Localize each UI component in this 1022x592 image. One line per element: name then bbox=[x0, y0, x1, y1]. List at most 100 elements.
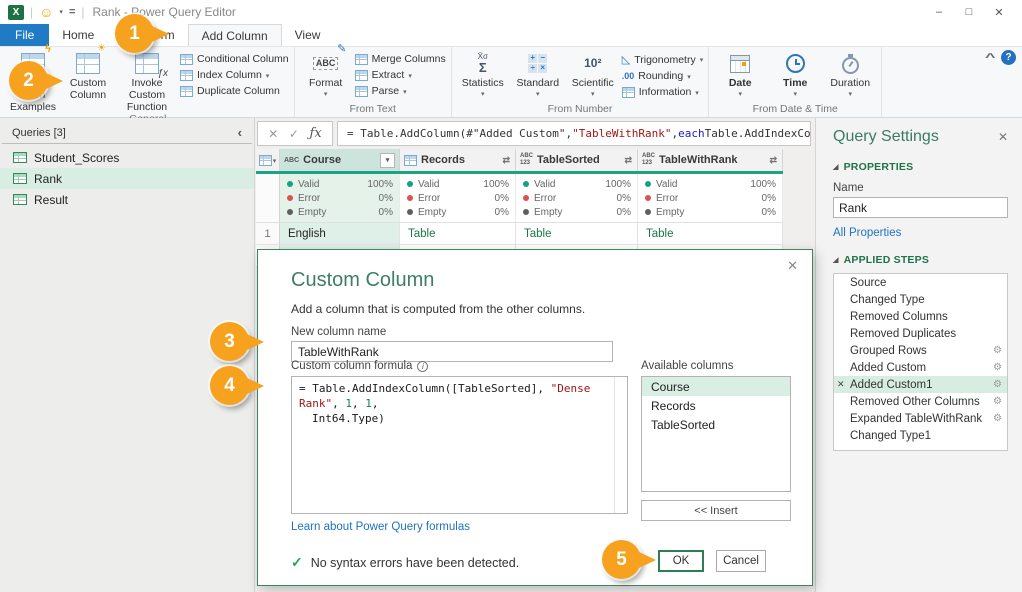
formula-line-2: Int64.Type) bbox=[299, 412, 609, 427]
applied-step-changed-type1[interactable]: Changed Type1 bbox=[834, 427, 1007, 444]
statistics-button[interactable]: X̄σΣ Statistics ▾ bbox=[457, 47, 509, 99]
applied-step-expanded-tablewithrank[interactable]: Expanded TableWithRank⚙ bbox=[834, 410, 1007, 427]
query-item-rank[interactable]: Rank bbox=[0, 168, 254, 189]
help-icon[interactable]: ? bbox=[1001, 50, 1016, 65]
applied-step-removed-other-columns[interactable]: Removed Other Columns⚙ bbox=[834, 393, 1007, 410]
applied-step-added-custom1[interactable]: ✕Added Custom1⚙ bbox=[834, 376, 1007, 393]
query-item-student-scores[interactable]: Student_Scores bbox=[0, 147, 254, 168]
table-icon bbox=[76, 53, 100, 74]
collapse-pane-icon[interactable]: ‹ bbox=[238, 125, 242, 140]
format-button[interactable]: ABC✎ Format ▾ bbox=[300, 47, 352, 99]
learn-link[interactable]: Learn about Power Query formulas bbox=[291, 521, 470, 533]
index-column-button[interactable]: Index Column ▾ bbox=[180, 69, 289, 81]
gear-icon[interactable]: ⚙ bbox=[993, 362, 1002, 373]
callout-1: 1 bbox=[115, 14, 154, 53]
collapse-ribbon-icon[interactable]: ^ bbox=[985, 52, 995, 64]
insert-button[interactable]: << Insert bbox=[641, 500, 791, 521]
tab-view[interactable]: View bbox=[282, 24, 334, 46]
tab-add-column[interactable]: Add Column bbox=[188, 24, 282, 46]
all-properties-link[interactable]: All Properties bbox=[833, 227, 1008, 239]
close-icon[interactable]: ✕ bbox=[998, 130, 1008, 144]
filter-icon[interactable]: ▾ bbox=[380, 153, 395, 168]
extract-button[interactable]: Extract ▾ bbox=[355, 69, 446, 81]
chevron-down-icon: ▾ bbox=[266, 72, 270, 80]
chevron-down-icon: ▾ bbox=[273, 157, 277, 165]
standard-button[interactable]: +−÷× Standard ▾ bbox=[512, 47, 564, 99]
error-dot-icon bbox=[523, 195, 529, 201]
formula-bar: ✕ ✓ ƒx = Table.AddColumn(#"Added Custom"… bbox=[255, 118, 815, 148]
available-column-records[interactable]: Records bbox=[642, 396, 790, 415]
date-button[interactable]: Date ▾ bbox=[714, 47, 766, 99]
formula-cancel-icon[interactable]: ✕ bbox=[268, 127, 278, 141]
scientific-button[interactable]: 10² Scientific ▾ bbox=[567, 47, 619, 99]
tab-file[interactable]: File bbox=[0, 24, 49, 46]
new-column-name-input[interactable] bbox=[291, 341, 613, 362]
column-header-tablewithrank[interactable]: ABC123 TableWithRank ⇄ bbox=[638, 149, 783, 171]
gear-icon[interactable]: ⚙ bbox=[993, 345, 1002, 356]
conditional-column-button[interactable]: Conditional Column bbox=[180, 53, 289, 65]
callout-2: 2 bbox=[9, 61, 48, 100]
fx-icon[interactable]: ƒx bbox=[310, 126, 322, 141]
cell-tablesorted[interactable]: Table bbox=[516, 223, 638, 244]
custom-formula-editor[interactable]: = Table.AddIndexColumn([TableSorted], "D… bbox=[291, 376, 628, 514]
available-column-tablesorted[interactable]: TableSorted bbox=[642, 415, 790, 434]
minimize-button[interactable]: – bbox=[924, 2, 954, 22]
expand-column-icon[interactable]: ⇄ bbox=[768, 154, 778, 167]
expand-column-icon[interactable]: ⇄ bbox=[501, 154, 511, 167]
name-label: Name bbox=[833, 182, 1008, 194]
cell-course[interactable]: English bbox=[280, 223, 400, 244]
applied-step-removed-duplicates[interactable]: Removed Duplicates bbox=[834, 325, 1007, 342]
maximize-button[interactable]: □ bbox=[954, 2, 984, 22]
table-icon bbox=[13, 173, 27, 184]
custom-column-button[interactable]: ☀ Custom Column bbox=[62, 47, 114, 102]
feedback-smiley-icon[interactable]: ☺ bbox=[39, 5, 53, 19]
info-icon[interactable]: i bbox=[417, 361, 428, 372]
invoke-custom-function-button[interactable]: ƒx Invoke Custom Function bbox=[117, 47, 177, 113]
applied-step-removed-columns[interactable]: Removed Columns bbox=[834, 308, 1007, 325]
parse-button[interactable]: Parse ▾ bbox=[355, 85, 446, 97]
chevron-down-icon: ▾ bbox=[481, 91, 485, 99]
column-header-tablesorted[interactable]: ABC123 TableSorted ⇄ bbox=[516, 149, 638, 171]
chevron-down-icon: ▾ bbox=[403, 88, 407, 96]
gear-icon[interactable]: ⚙ bbox=[993, 396, 1002, 407]
information-button[interactable]: Information ▾ bbox=[622, 86, 703, 98]
rounding-button[interactable]: .00 Rounding ▾ bbox=[622, 70, 703, 82]
scrollbar-track bbox=[614, 377, 615, 513]
close-button[interactable]: ✕ bbox=[984, 2, 1014, 22]
duplicate-column-button[interactable]: Duplicate Column bbox=[180, 85, 289, 97]
query-item-result[interactable]: Result bbox=[0, 189, 254, 210]
close-icon[interactable]: ✕ bbox=[787, 258, 798, 274]
column-header-records[interactable]: Records ⇄ bbox=[400, 149, 516, 171]
expand-column-icon[interactable]: ⇄ bbox=[623, 154, 633, 167]
cancel-button[interactable]: Cancel bbox=[716, 550, 766, 572]
grid-corner-cell[interactable]: ▾ bbox=[256, 149, 280, 171]
applied-step-changed-type[interactable]: Changed Type bbox=[834, 291, 1007, 308]
properties-header[interactable]: ◢ PROPERTIES bbox=[833, 161, 1008, 173]
formula-accept-icon[interactable]: ✓ bbox=[289, 127, 299, 141]
valid-dot-icon bbox=[523, 181, 529, 187]
delete-step-icon[interactable]: ✕ bbox=[837, 379, 850, 390]
row-number[interactable]: 1 bbox=[256, 223, 280, 244]
cell-tablewithrank[interactable]: Table bbox=[638, 223, 783, 244]
quick-access-toolbar-icon[interactable]: = bbox=[69, 6, 75, 18]
ok-button[interactable]: OK bbox=[658, 550, 704, 572]
formula-label: Custom column formula i bbox=[291, 360, 428, 372]
applied-steps-header[interactable]: ◢ APPLIED STEPS bbox=[833, 254, 1008, 266]
grid-header-row: ▾ ABC Course ▾ Records ⇄ ABC123 bbox=[256, 149, 783, 174]
column-header-course[interactable]: ABC Course ▾ bbox=[280, 149, 400, 171]
merge-columns-button[interactable]: Merge Columns bbox=[355, 53, 446, 65]
duration-button[interactable]: Duration ▾ bbox=[824, 47, 876, 99]
cell-records[interactable]: Table bbox=[400, 223, 516, 244]
available-column-course[interactable]: Course bbox=[642, 377, 790, 396]
applied-step-added-custom[interactable]: Added Custom⚙ bbox=[834, 359, 1007, 376]
query-settings-title: Query Settings bbox=[833, 128, 1008, 146]
time-button[interactable]: Time ▾ bbox=[769, 47, 821, 99]
applied-step-grouped-rows[interactable]: Grouped Rows⚙ bbox=[834, 342, 1007, 359]
trigonometry-button[interactable]: ◺ Trigonometry ▾ bbox=[622, 53, 703, 66]
gear-icon[interactable]: ⚙ bbox=[993, 379, 1002, 390]
feedback-dropdown-icon[interactable]: ▾ bbox=[59, 8, 63, 16]
applied-step-source[interactable]: Source bbox=[834, 274, 1007, 291]
query-name-input[interactable] bbox=[833, 197, 1008, 218]
gear-icon[interactable]: ⚙ bbox=[993, 413, 1002, 424]
formula-input[interactable]: = Table.AddColumn(#"Added Custom", "Tabl… bbox=[337, 121, 811, 146]
